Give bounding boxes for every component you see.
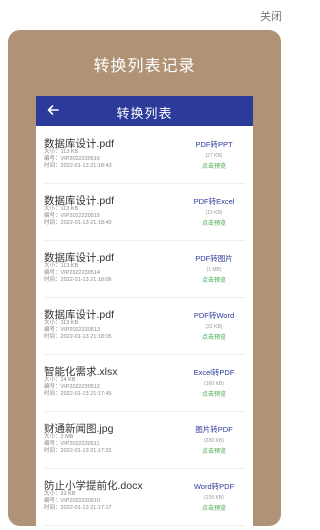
file-time: 时间：2022-01-13 21:18:06 bbox=[44, 277, 112, 283]
conversion-type: PDF转图片 bbox=[195, 254, 233, 263]
file-size: 大小：113 KB bbox=[44, 149, 79, 155]
conversion-type: PDF转PPT bbox=[195, 140, 233, 149]
list-item[interactable]: 数据库设计.pdf 大小：113 KB 编号：VIP2022230515 时间：… bbox=[44, 184, 245, 241]
conversion-type: PDF转Excel bbox=[193, 197, 235, 206]
list-item[interactable]: 数据库设计.pdf 大小：113 KB 编号：VIP2022230514 时间：… bbox=[44, 241, 245, 298]
file-size: 大小：113 KB bbox=[44, 263, 79, 269]
file-time: 时间：2022-01-13 21:17:32 bbox=[44, 448, 112, 454]
list-item[interactable]: 防止小学提前化.docx 大小：32 KB 编号：VIP2022230510 时… bbox=[44, 469, 245, 526]
file-size: 大小：14 KB bbox=[44, 377, 76, 383]
file-number: 编号：VIP2022230513 bbox=[44, 327, 100, 333]
card-title: 转换列表记录 bbox=[93, 58, 196, 75]
list-item[interactable]: 数据库设计.pdf 大小：113 KB 编号：VIP2022230516 时间：… bbox=[44, 127, 245, 184]
close-button[interactable]: 关闭 bbox=[260, 8, 282, 24]
preview-link[interactable]: 点击预览 bbox=[183, 503, 245, 512]
conversion-record-card: 转换列表记录 转换列表 数据库设计.pdf 大小：113 KB 编号：VIP20… bbox=[8, 30, 281, 526]
conversion-info: PDF转Word (22 KB) 点击预览 bbox=[183, 310, 245, 341]
conversion-info: PDF转图片 (1 MB) 点击预览 bbox=[183, 253, 245, 284]
conversion-info: 图片转PDF (230 KB) 点击预览 bbox=[183, 424, 245, 455]
result-size: (27 KB) bbox=[205, 153, 223, 159]
conversion-info: PDF转PPT (27 KB) 点击预览 bbox=[183, 139, 245, 170]
preview-link[interactable]: 点击预览 bbox=[183, 161, 245, 170]
list-item[interactable]: 财通新闻图.jpg 大小：2 MB 编号：VIP2022230511 时间：20… bbox=[44, 412, 245, 469]
result-size: (13 KB) bbox=[205, 210, 223, 216]
conversion-info: PDF转Excel (13 KB) 点击预览 bbox=[183, 196, 245, 227]
phone-preview: 转换列表 数据库设计.pdf 大小：113 KB 编号：VIP202223051… bbox=[36, 96, 253, 526]
conversion-info: Excel转PDF (160 KB) 点击预览 bbox=[183, 367, 245, 398]
preview-link[interactable]: 点击预览 bbox=[183, 332, 245, 341]
result-size: (22 KB) bbox=[205, 324, 223, 330]
conversion-type: 图片转PDF bbox=[195, 425, 233, 434]
conversion-type: PDF转Word bbox=[193, 311, 235, 320]
file-size: 大小：113 KB bbox=[44, 206, 79, 212]
result-size: (230 KB) bbox=[204, 438, 224, 444]
file-size: 大小：113 KB bbox=[44, 320, 79, 326]
file-number: 编号：VIP2022230512 bbox=[44, 384, 100, 390]
file-time: 时间：2022-01-13 21:18:05 bbox=[44, 334, 112, 340]
file-number: 编号：VIP2022230515 bbox=[44, 213, 100, 219]
page-title: 转换列表 bbox=[116, 106, 173, 121]
file-time: 时间：2022-01-13 21:18:43 bbox=[44, 163, 112, 169]
file-time: 时间：2022-01-13 21:18:40 bbox=[44, 220, 112, 226]
preview-link[interactable]: 点击预览 bbox=[183, 218, 245, 227]
list-item[interactable]: 智能化需求.xlsx 大小：14 KB 编号：VIP2022230512 时间：… bbox=[44, 355, 245, 412]
conversion-type: Word转PDF bbox=[193, 482, 235, 491]
file-size: 大小：2 MB bbox=[44, 434, 74, 440]
file-number: 编号：VIP2022230510 bbox=[44, 498, 100, 504]
file-number: 编号：VIP2022230514 bbox=[44, 270, 100, 276]
preview-link[interactable]: 点击预览 bbox=[183, 446, 245, 455]
preview-link[interactable]: 点击预览 bbox=[183, 275, 245, 284]
app-header: 转换列表 bbox=[36, 96, 253, 126]
file-number: 编号：VIP2022230516 bbox=[44, 156, 100, 162]
file-time: 时间：2022-01-13 21:17:45 bbox=[44, 391, 112, 397]
result-size: (235 KB) bbox=[204, 495, 224, 501]
conversion-info: Word转PDF (235 KB) 点击预览 bbox=[183, 481, 245, 512]
conversion-type: Excel转PDF bbox=[193, 368, 235, 377]
file-number: 编号：VIP2022230511 bbox=[44, 441, 100, 447]
conversion-list: 数据库设计.pdf 大小：113 KB 编号：VIP2022230516 时间：… bbox=[36, 127, 253, 526]
result-size: (1 MB) bbox=[206, 267, 222, 273]
file-size: 大小：32 KB bbox=[44, 491, 76, 497]
file-time: 时间：2022-01-13 21:17:17 bbox=[44, 505, 112, 511]
list-item[interactable]: 数据库设计.pdf 大小：113 KB 编号：VIP2022230513 时间：… bbox=[44, 298, 245, 355]
result-size: (160 KB) bbox=[204, 381, 224, 387]
preview-link[interactable]: 点击预览 bbox=[183, 389, 245, 398]
